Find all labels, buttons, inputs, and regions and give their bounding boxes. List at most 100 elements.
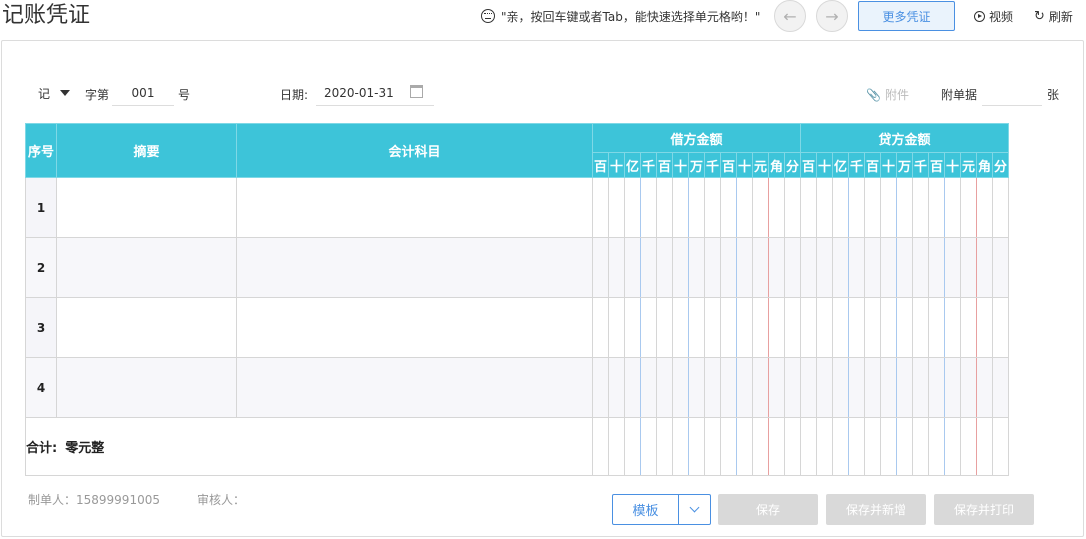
- amount-credit-cell[interactable]: [944, 177, 961, 238]
- prev-voucher-button[interactable]: ←: [774, 0, 806, 32]
- total-credit-cell[interactable]: [816, 417, 833, 476]
- amount-credit-cell[interactable]: [848, 237, 865, 298]
- amount-debit-cell[interactable]: [608, 297, 625, 358]
- total-debit-cell[interactable]: [592, 417, 609, 476]
- amount-credit-cell[interactable]: [880, 357, 897, 418]
- amount-debit-cell[interactable]: [736, 237, 753, 298]
- amount-debit-cell[interactable]: [784, 297, 801, 358]
- total-debit-cell[interactable]: [608, 417, 625, 476]
- amount-credit-cell[interactable]: [800, 357, 817, 418]
- summary-cell[interactable]: [56, 177, 237, 238]
- amount-credit-cell[interactable]: [992, 177, 1009, 238]
- calendar-icon[interactable]: [410, 85, 423, 98]
- amount-debit-cell[interactable]: [592, 357, 609, 418]
- amount-debit-cell[interactable]: [768, 357, 785, 418]
- total-credit-cell[interactable]: [896, 417, 913, 476]
- amount-debit-cell[interactable]: [672, 357, 689, 418]
- total-debit-cell[interactable]: [704, 417, 721, 476]
- amount-debit-cell[interactable]: [752, 357, 769, 418]
- amount-credit-cell[interactable]: [848, 357, 865, 418]
- total-credit-cell[interactable]: [960, 417, 977, 476]
- amount-debit-cell[interactable]: [720, 357, 737, 418]
- total-credit-cell[interactable]: [992, 417, 1009, 476]
- save-and-new-button[interactable]: 保存并新增: [826, 494, 926, 525]
- amount-credit-cell[interactable]: [976, 237, 993, 298]
- template-dropdown[interactable]: [679, 495, 710, 524]
- amount-debit-cell[interactable]: [656, 357, 673, 418]
- amount-debit-cell[interactable]: [688, 297, 705, 358]
- amount-credit-cell[interactable]: [864, 357, 881, 418]
- attached-docs-count-input[interactable]: [982, 80, 1042, 106]
- amount-credit-cell[interactable]: [832, 297, 849, 358]
- amount-credit-cell[interactable]: [800, 177, 817, 238]
- amount-credit-cell[interactable]: [912, 297, 929, 358]
- voucher-number-input[interactable]: [112, 80, 174, 106]
- amount-credit-cell[interactable]: [880, 297, 897, 358]
- amount-debit-cell[interactable]: [688, 357, 705, 418]
- amount-debit-cell[interactable]: [704, 357, 721, 418]
- amount-credit-cell[interactable]: [992, 297, 1009, 358]
- amount-credit-cell[interactable]: [864, 177, 881, 238]
- amount-debit-cell[interactable]: [608, 177, 625, 238]
- amount-debit-cell[interactable]: [608, 357, 625, 418]
- summary-cell[interactable]: [56, 357, 237, 418]
- account-cell[interactable]: [236, 357, 593, 418]
- total-debit-cell[interactable]: [784, 417, 801, 476]
- amount-credit-cell[interactable]: [816, 357, 833, 418]
- total-debit-cell[interactable]: [720, 417, 737, 476]
- amount-credit-cell[interactable]: [928, 237, 945, 298]
- amount-credit-cell[interactable]: [976, 297, 993, 358]
- amount-credit-cell[interactable]: [816, 297, 833, 358]
- total-credit-cell[interactable]: [912, 417, 929, 476]
- account-cell[interactable]: [236, 177, 593, 238]
- total-credit-cell[interactable]: [864, 417, 881, 476]
- amount-debit-cell[interactable]: [672, 237, 689, 298]
- amount-debit-cell[interactable]: [752, 237, 769, 298]
- total-debit-cell[interactable]: [752, 417, 769, 476]
- amount-debit-cell[interactable]: [704, 177, 721, 238]
- amount-credit-cell[interactable]: [912, 177, 929, 238]
- amount-credit-cell[interactable]: [864, 297, 881, 358]
- amount-credit-cell[interactable]: [832, 237, 849, 298]
- amount-debit-cell[interactable]: [592, 297, 609, 358]
- amount-debit-cell[interactable]: [736, 357, 753, 418]
- amount-debit-cell[interactable]: [784, 357, 801, 418]
- total-credit-cell[interactable]: [880, 417, 897, 476]
- total-debit-cell[interactable]: [640, 417, 657, 476]
- amount-debit-cell[interactable]: [752, 297, 769, 358]
- amount-credit-cell[interactable]: [944, 237, 961, 298]
- total-debit-cell[interactable]: [656, 417, 673, 476]
- amount-debit-cell[interactable]: [720, 237, 737, 298]
- summary-cell[interactable]: [56, 297, 237, 358]
- total-credit-cell[interactable]: [832, 417, 849, 476]
- amount-credit-cell[interactable]: [960, 237, 977, 298]
- amount-debit-cell[interactable]: [784, 237, 801, 298]
- total-credit-cell[interactable]: [976, 417, 993, 476]
- template-label[interactable]: 模板: [613, 495, 679, 524]
- total-credit-cell[interactable]: [848, 417, 865, 476]
- amount-debit-cell[interactable]: [688, 237, 705, 298]
- amount-debit-cell[interactable]: [656, 297, 673, 358]
- amount-credit-cell[interactable]: [928, 357, 945, 418]
- total-debit-cell[interactable]: [672, 417, 689, 476]
- total-credit-cell[interactable]: [928, 417, 945, 476]
- amount-credit-cell[interactable]: [896, 297, 913, 358]
- amount-credit-cell[interactable]: [992, 237, 1009, 298]
- amount-credit-cell[interactable]: [896, 357, 913, 418]
- refresh-link[interactable]: ↻ 刷新: [1034, 8, 1073, 25]
- amount-debit-cell[interactable]: [768, 177, 785, 238]
- amount-credit-cell[interactable]: [800, 297, 817, 358]
- amount-credit-cell[interactable]: [976, 357, 993, 418]
- amount-debit-cell[interactable]: [736, 297, 753, 358]
- amount-credit-cell[interactable]: [960, 177, 977, 238]
- total-credit-cell[interactable]: [944, 417, 961, 476]
- save-and-print-button[interactable]: 保存并打印: [934, 494, 1034, 525]
- amount-debit-cell[interactable]: [640, 297, 657, 358]
- total-debit-cell[interactable]: [768, 417, 785, 476]
- total-debit-cell[interactable]: [688, 417, 705, 476]
- amount-debit-cell[interactable]: [720, 297, 737, 358]
- amount-debit-cell[interactable]: [720, 177, 737, 238]
- voucher-type-select[interactable]: 记: [38, 80, 71, 106]
- account-cell[interactable]: [236, 237, 593, 298]
- amount-credit-cell[interactable]: [976, 177, 993, 238]
